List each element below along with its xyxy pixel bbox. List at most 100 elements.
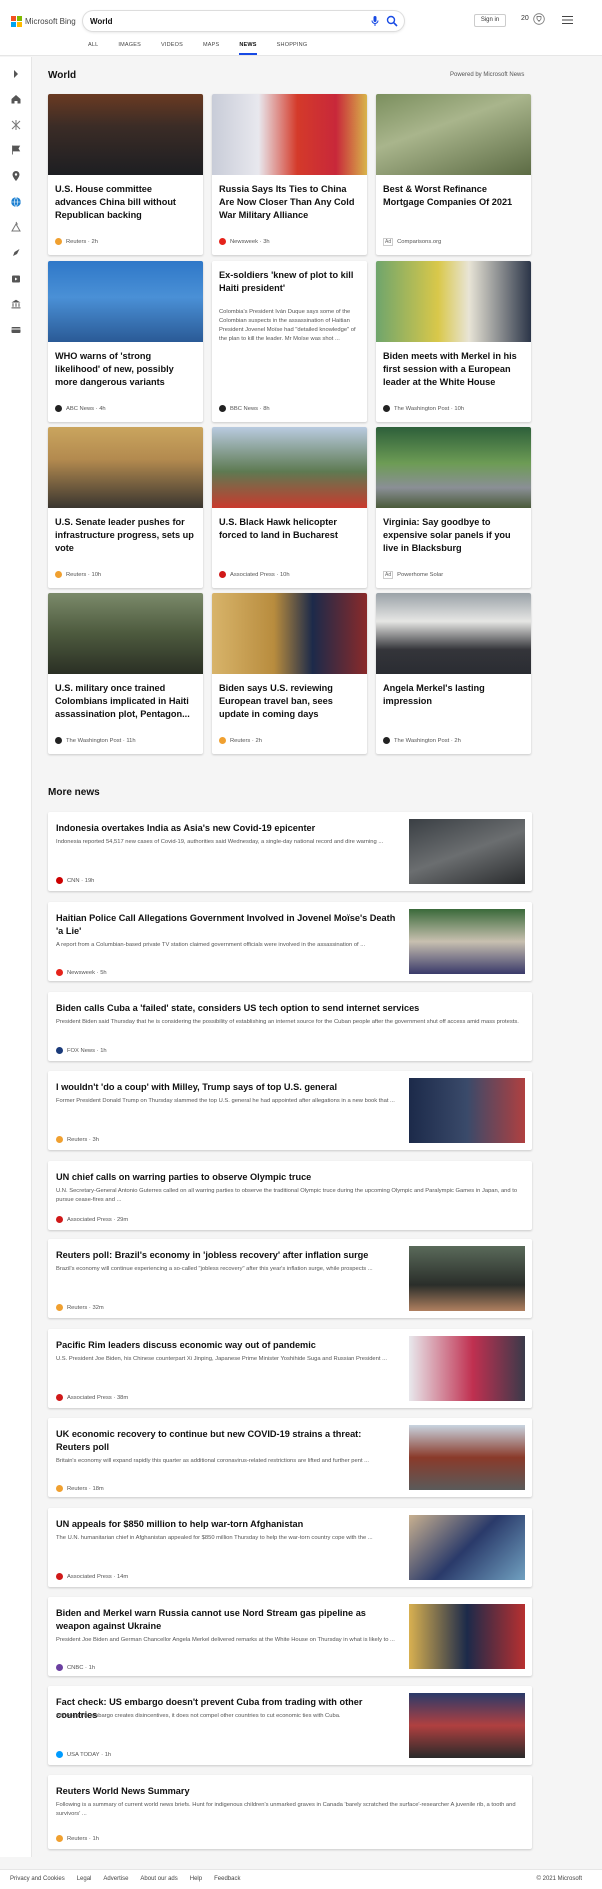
footer-link[interactable]: Legal	[77, 1876, 92, 1882]
news-card-title[interactable]: Biden says U.S. reviewing European trave…	[219, 682, 359, 721]
flag-icon[interactable]	[10, 144, 22, 156]
news-card-image[interactable]	[48, 94, 203, 175]
more-news-item[interactable]: Biden calls Cuba a 'failed' state, consi…	[48, 992, 532, 1061]
news-card-source[interactable]: BBC News · 8h	[219, 405, 270, 412]
more-news-thumbnail[interactable]	[409, 909, 525, 974]
more-news-item[interactable]: Reuters poll: Brazil's economy in 'joble…	[48, 1239, 532, 1318]
more-news-title-link[interactable]: UN chief calls on warring parties to obs…	[56, 1171, 524, 1184]
news-card[interactable]: U.S. military once trained Colombians im…	[48, 593, 203, 754]
news-card[interactable]: Ex-soldiers 'knew of plot to kill Haiti …	[212, 261, 367, 422]
news-card-source[interactable]: Ad Powerhome Solar	[383, 571, 443, 579]
sign-in-button[interactable]: Sign in	[474, 14, 506, 27]
more-news-title-link[interactable]: Reuters poll: Brazil's economy in 'joble…	[56, 1249, 396, 1262]
more-news-item[interactable]: Biden and Merkel warn Russia cannot use …	[48, 1597, 532, 1676]
footer-link[interactable]: Privacy and Cookies	[10, 1876, 65, 1882]
globe-icon[interactable]	[10, 196, 22, 208]
more-news-source[interactable]: CNBC · 1h	[56, 1664, 95, 1671]
news-card-title[interactable]: Ex-soldiers 'knew of plot to kill Haiti …	[219, 269, 359, 295]
more-news-source[interactable]: Associated Press · 29m	[56, 1216, 128, 1223]
news-card-source[interactable]: The Washington Post · 10h	[383, 405, 464, 412]
news-card[interactable]: Biden says U.S. reviewing European trave…	[212, 593, 367, 754]
tab-maps[interactable]: MAPS	[203, 41, 219, 55]
microphone-icon[interactable]	[369, 15, 381, 27]
news-card-source[interactable]: Ad Comparisons.org	[383, 238, 441, 246]
tab-news[interactable]: NEWS	[239, 41, 257, 55]
news-card-title[interactable]: Biden meets with Merkel in his first ses…	[383, 350, 523, 389]
more-news-title-link[interactable]: Biden and Merkel warn Russia cannot use …	[56, 1607, 396, 1633]
news-card[interactable]: Russia Says Its Ties to China Are Now Cl…	[212, 94, 367, 255]
more-news-title-link[interactable]: Indonesia overtakes India as Asia's new …	[56, 822, 396, 835]
more-news-thumbnail[interactable]	[409, 1425, 525, 1490]
footer-link[interactable]: About our ads	[140, 1876, 177, 1882]
news-card-title[interactable]: Best & Worst Refinance Mortgage Companie…	[383, 183, 523, 209]
news-card[interactable]: U.S. Black Hawk helicopter forced to lan…	[212, 427, 367, 588]
more-news-thumbnail[interactable]	[409, 1604, 525, 1669]
news-card-image[interactable]	[376, 427, 531, 508]
more-news-source[interactable]: Associated Press · 38m	[56, 1394, 128, 1401]
search-icon[interactable]	[386, 15, 398, 27]
more-news-thumbnail[interactable]	[409, 819, 525, 884]
news-card[interactable]: Virginia: Say goodbye to expensive solar…	[376, 427, 531, 588]
chevron-right-icon[interactable]	[10, 68, 22, 80]
science-icon[interactable]	[10, 221, 22, 233]
money-icon[interactable]	[10, 324, 22, 336]
news-card-title[interactable]: U.S. Black Hawk helicopter forced to lan…	[219, 516, 359, 542]
more-news-source[interactable]: Reuters · 32m	[56, 1304, 104, 1311]
more-news-item[interactable]: Fact check: US embargo doesn't prevent C…	[48, 1686, 532, 1765]
news-card[interactable]: Biden meets with Merkel in his first ses…	[376, 261, 531, 422]
news-card-image[interactable]	[48, 593, 203, 674]
more-news-item[interactable]: I wouldn't 'do a coup' with Milley, Trum…	[48, 1071, 532, 1150]
more-news-title-link[interactable]: Haitian Police Call Allegations Governme…	[56, 912, 396, 938]
search-input[interactable]	[90, 14, 340, 28]
rocket-icon[interactable]	[10, 247, 22, 259]
home-icon[interactable]	[10, 93, 22, 105]
hamburger-menu-icon[interactable]	[562, 15, 573, 25]
news-card[interactable]: Best & Worst Refinance Mortgage Companie…	[376, 94, 531, 255]
tab-videos[interactable]: VIDEOS	[161, 41, 183, 55]
powered-by-label[interactable]: Powered by Microsoft News	[450, 72, 524, 78]
footer-link[interactable]: Advertise	[103, 1876, 128, 1882]
footer-link[interactable]: Feedback	[214, 1876, 240, 1882]
tab-images[interactable]: IMAGES	[118, 41, 141, 55]
more-news-item[interactable]: Haitian Police Call Allegations Governme…	[48, 902, 532, 981]
news-card-image[interactable]	[212, 94, 367, 175]
news-card-source[interactable]: ABC News · 4h	[55, 405, 106, 412]
more-news-title-link[interactable]: I wouldn't 'do a coup' with Milley, Trum…	[56, 1081, 396, 1094]
more-news-source[interactable]: CNN · 19h	[56, 877, 94, 884]
news-card-source[interactable]: Associated Press · 10h	[219, 571, 290, 578]
news-card[interactable]: U.S. Senate leader pushes for infrastruc…	[48, 427, 203, 588]
more-news-source[interactable]: Newsweek · 5h	[56, 969, 107, 976]
news-card-title[interactable]: Russia Says Its Ties to China Are Now Cl…	[219, 183, 359, 222]
more-news-item[interactable]: Pacific Rim leaders discuss economic way…	[48, 1329, 532, 1408]
more-news-source[interactable]: Reuters · 1h	[56, 1835, 99, 1842]
more-news-title-link[interactable]: UN appeals for $850 million to help war-…	[56, 1518, 396, 1531]
entertainment-icon[interactable]	[10, 273, 22, 285]
more-news-source[interactable]: Reuters · 18m	[56, 1485, 104, 1492]
news-card-image[interactable]	[376, 94, 531, 175]
news-card-source[interactable]: Reuters · 2h	[55, 238, 98, 245]
news-card-title[interactable]: U.S. military once trained Colombians im…	[55, 682, 195, 721]
news-card-source[interactable]: Reuters · 10h	[55, 571, 101, 578]
more-news-source[interactable]: FOX News · 1h	[56, 1047, 107, 1054]
tab-shopping[interactable]: SHOPPING	[277, 41, 308, 55]
news-card-image[interactable]	[212, 427, 367, 508]
footer-link[interactable]: Help	[190, 1876, 202, 1882]
more-news-source[interactable]: Reuters · 3h	[56, 1136, 99, 1143]
sports-icon[interactable]	[10, 119, 22, 131]
more-news-source[interactable]: Associated Press · 14m	[56, 1573, 128, 1580]
more-news-item[interactable]: UN chief calls on warring parties to obs…	[48, 1161, 532, 1230]
rewards-count[interactable]: 20	[521, 15, 529, 22]
more-news-thumbnail[interactable]	[409, 1246, 525, 1311]
more-news-title-link[interactable]: Pacific Rim leaders discuss economic way…	[56, 1339, 396, 1352]
news-card-image[interactable]	[376, 261, 531, 342]
tab-all[interactable]: ALL	[88, 41, 98, 55]
bing-logo[interactable]: Microsoft Bing	[11, 14, 76, 28]
location-icon[interactable]	[10, 170, 22, 182]
news-card-title[interactable]: U.S. House committee advances China bill…	[55, 183, 195, 222]
news-card-image[interactable]	[48, 427, 203, 508]
news-card-title[interactable]: Angela Merkel's lasting impression	[383, 682, 523, 708]
more-news-thumbnail[interactable]	[409, 1515, 525, 1580]
more-news-item[interactable]: UK economic recovery to continue but new…	[48, 1418, 532, 1497]
more-news-title-link[interactable]: UK economic recovery to continue but new…	[56, 1428, 396, 1454]
bank-icon[interactable]	[10, 298, 22, 310]
